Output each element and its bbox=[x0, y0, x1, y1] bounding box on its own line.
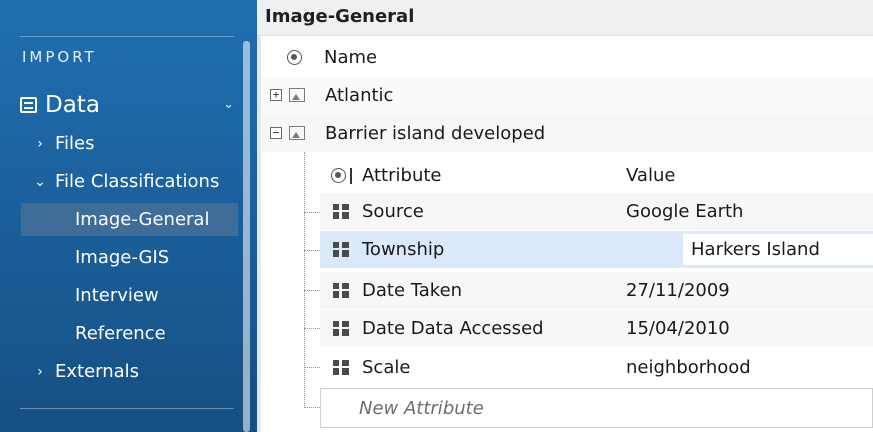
tree-connector bbox=[304, 250, 320, 251]
image-icon bbox=[289, 88, 305, 102]
tree-connector bbox=[304, 367, 320, 368]
tree-node-atlantic[interactable]: + Atlantic bbox=[261, 76, 873, 114]
sidebar-item-label: Image-General bbox=[75, 209, 210, 230]
name-header-label: Name bbox=[324, 46, 378, 68]
chevron-right-icon[interactable]: › bbox=[29, 364, 51, 380]
attribute-name: Date Taken bbox=[362, 280, 463, 301]
tree-node-label: Barrier island developed bbox=[325, 122, 546, 144]
sidebar-item-image-gis[interactable]: Image-GIS bbox=[21, 241, 238, 274]
tree-connector bbox=[304, 407, 320, 408]
value-column-header[interactable]: Value bbox=[626, 165, 873, 186]
name-column-header[interactable]: Name bbox=[287, 40, 873, 74]
tree-connector bbox=[304, 212, 320, 213]
attribute-name: Township bbox=[362, 239, 445, 260]
sidebar-item-reference[interactable]: Reference bbox=[21, 317, 238, 350]
sidebar-item-label: Files bbox=[55, 133, 95, 154]
tree-connector bbox=[304, 328, 320, 329]
sidebar-scrollbar[interactable] bbox=[243, 41, 250, 432]
tree-node-label: Atlantic bbox=[325, 84, 394, 106]
chevron-down-icon[interactable]: ⌄ bbox=[223, 97, 234, 112]
tree-connector bbox=[304, 152, 305, 408]
sidebar-item-label: Reference bbox=[75, 323, 166, 344]
attribute-row-scale[interactable]: Scale neighborhood bbox=[320, 349, 873, 386]
data-table-icon bbox=[20, 97, 37, 113]
sidebar-data-label: Data bbox=[45, 92, 100, 118]
sidebar-section-import: IMPORT bbox=[22, 48, 97, 66]
sidebar-item-externals[interactable]: › Externals bbox=[21, 355, 238, 388]
sidebar-item-image-general[interactable]: Image-General bbox=[21, 203, 238, 236]
attribute-column-header[interactable]: Attribute bbox=[362, 165, 626, 186]
tree-connector bbox=[304, 290, 320, 291]
image-icon bbox=[289, 126, 305, 140]
sidebar-divider-top bbox=[20, 36, 234, 37]
attribute-row-township[interactable]: Township Harkers Island ▾ bbox=[320, 231, 873, 268]
main-header: Image-General bbox=[257, 0, 873, 36]
sidebar-item-label: Interview bbox=[75, 285, 159, 306]
attribute-name: Date Data Accessed bbox=[362, 318, 544, 339]
sidebar-item-label: File Classifications bbox=[55, 171, 220, 192]
new-attribute-input[interactable]: New Attribute bbox=[320, 388, 873, 428]
attribute-grid-icon bbox=[333, 204, 349, 219]
sidebar-data-group[interactable]: Data ⌄ bbox=[20, 89, 238, 121]
attribute-row-date-taken[interactable]: Date Taken 27/11/2009 bbox=[320, 272, 873, 309]
add-attribute-icon[interactable] bbox=[320, 167, 362, 184]
dropdown-selected-value: Harkers Island bbox=[691, 239, 820, 260]
attribute-row-source[interactable]: Source Google Earth bbox=[320, 193, 873, 230]
township-value-dropdown[interactable]: Harkers Island ▾ bbox=[683, 234, 873, 265]
sidebar: IMPORT Data ⌄ › Files ⌄ File Classificat… bbox=[0, 0, 257, 432]
sidebar-divider-bottom bbox=[20, 408, 234, 409]
sidebar-item-files[interactable]: › Files bbox=[21, 127, 238, 160]
attribute-grid-icon bbox=[333, 321, 349, 336]
attribute-grid-icon bbox=[333, 283, 349, 298]
attribute-grid-icon bbox=[333, 360, 349, 375]
collapse-icon[interactable]: − bbox=[270, 127, 282, 139]
add-record-icon[interactable] bbox=[287, 49, 302, 65]
attribute-value[interactable]: Google Earth bbox=[626, 201, 873, 222]
sidebar-item-label: Externals bbox=[55, 361, 140, 382]
attribute-value[interactable]: 27/11/2009 bbox=[626, 280, 873, 301]
expand-icon[interactable]: + bbox=[270, 89, 282, 101]
attribute-name: Scale bbox=[362, 357, 411, 378]
attribute-name: Source bbox=[362, 201, 424, 222]
sidebar-item-file-classifications[interactable]: ⌄ File Classifications bbox=[21, 165, 238, 198]
page-title: Image-General bbox=[265, 6, 415, 27]
tree-node-barrier-island[interactable]: − Barrier island developed bbox=[261, 114, 873, 152]
attribute-row-date-data-accessed[interactable]: Date Data Accessed 15/04/2010 bbox=[320, 310, 873, 347]
attribute-value[interactable]: neighborhood bbox=[626, 357, 873, 378]
attribute-grid-header: Attribute Value bbox=[320, 157, 873, 194]
chevron-right-icon[interactable]: › bbox=[29, 136, 51, 152]
sidebar-item-label: Image-GIS bbox=[75, 247, 170, 268]
attribute-value[interactable]: 15/04/2010 bbox=[626, 318, 873, 339]
attribute-grid-icon bbox=[333, 242, 349, 257]
main-pane: Image-General Name + Atlantic − Barrier … bbox=[257, 0, 873, 432]
sidebar-item-interview[interactable]: Interview bbox=[21, 279, 238, 312]
chevron-down-icon[interactable]: ⌄ bbox=[29, 174, 51, 190]
